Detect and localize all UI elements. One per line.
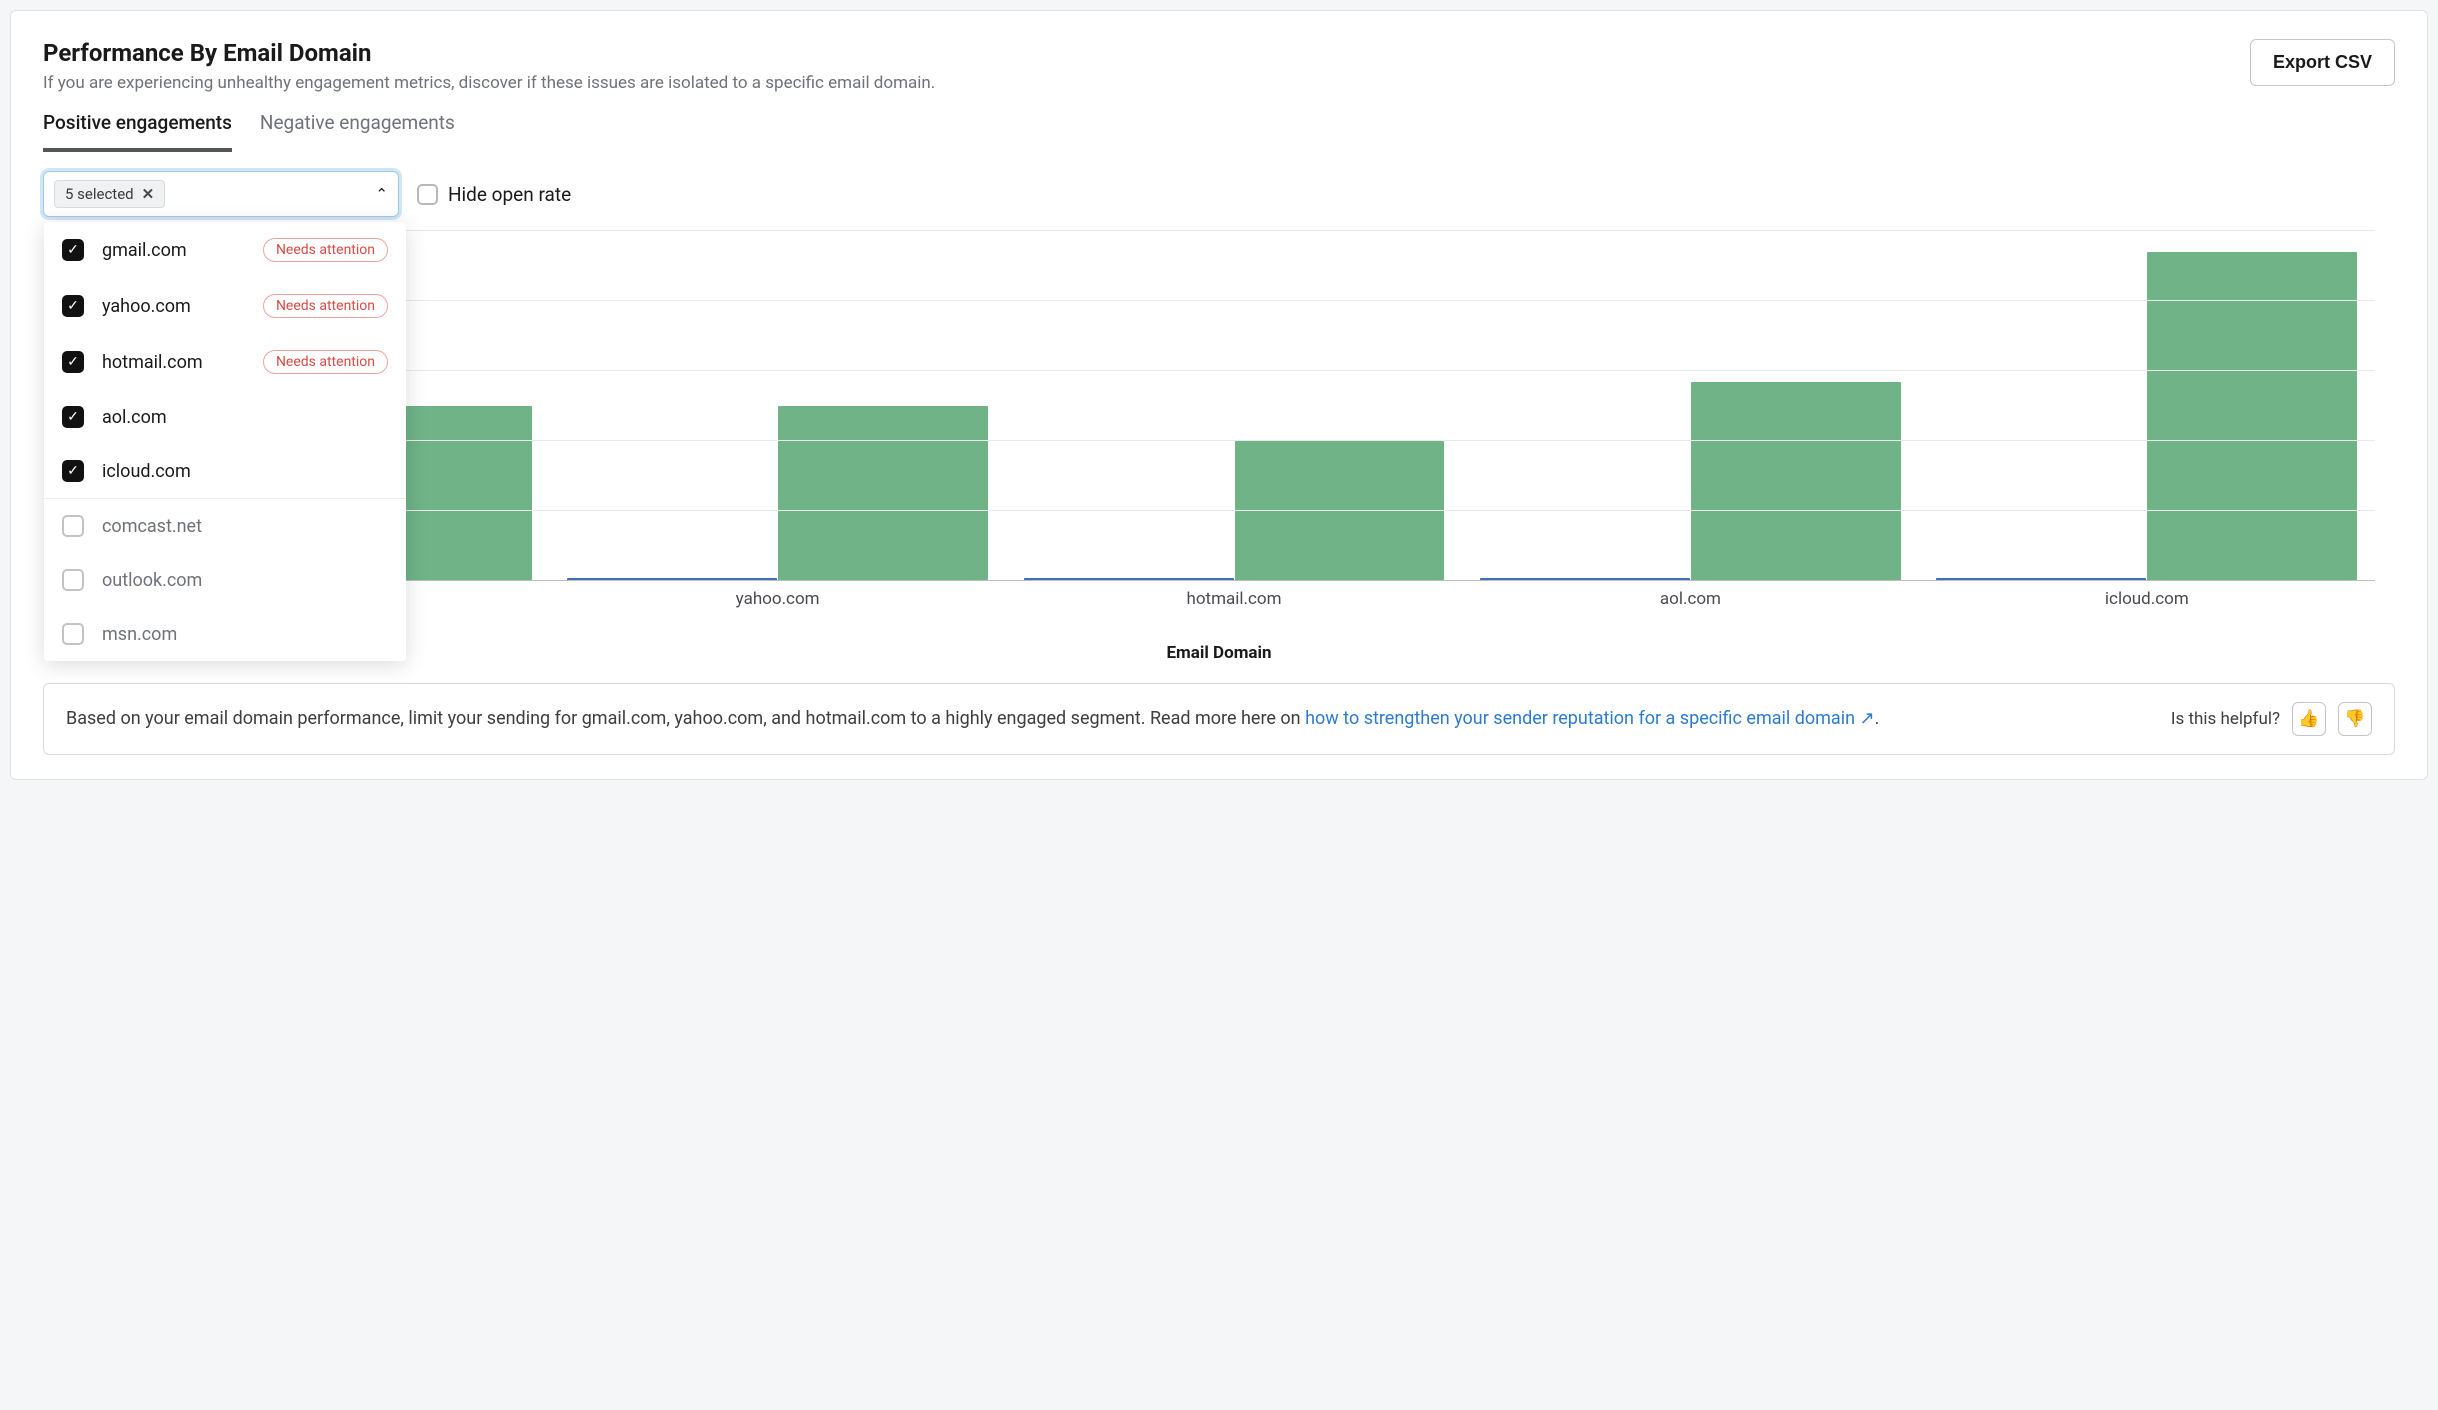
option-label: yahoo.com bbox=[102, 296, 191, 317]
option-label: gmail.com bbox=[102, 240, 187, 261]
domain-option[interactable]: ✓ hotmail.com Needs attention bbox=[44, 334, 406, 390]
checkbox-unchecked-icon[interactable] bbox=[62, 623, 84, 645]
chart-controls: 5 selected ✕ ⌃ Hide open rate bbox=[43, 171, 2395, 217]
option-left: ✓ aol.com bbox=[62, 406, 167, 428]
domain-option[interactable]: ✓ aol.com bbox=[44, 390, 406, 444]
thumbs-down-icon: 👎 bbox=[2344, 709, 2365, 729]
checkbox-checked-icon[interactable]: ✓ bbox=[62, 406, 84, 428]
bar-open-rate[interactable] bbox=[1691, 382, 1901, 582]
gridline bbox=[93, 440, 2375, 441]
gridline bbox=[93, 510, 2375, 511]
domain-option[interactable]: comcast.net bbox=[44, 498, 406, 553]
domain-option[interactable]: ✓ icloud.com bbox=[44, 444, 406, 498]
checkbox-unchecked-icon[interactable] bbox=[62, 515, 84, 537]
domain-option[interactable]: ✓ yahoo.com Needs attention bbox=[44, 278, 406, 334]
thumbs-down-button[interactable]: 👎 bbox=[2338, 702, 2372, 736]
domain-option[interactable]: outlook.com bbox=[44, 553, 406, 607]
category-label: aol.com bbox=[1462, 589, 1918, 609]
tab-negative-engagements[interactable]: Negative engagements bbox=[260, 111, 455, 152]
checkbox-unchecked-icon[interactable] bbox=[62, 569, 84, 591]
bar-group: aol.com bbox=[1462, 231, 1918, 581]
engagement-tabs: Positive engagements Negative engagement… bbox=[43, 111, 2395, 153]
selection-chip-label: 5 selected bbox=[65, 185, 134, 203]
insight-suffix: . bbox=[1875, 708, 1880, 729]
option-label: icloud.com bbox=[102, 461, 191, 482]
insight-prefix: Based on your email domain performance, … bbox=[66, 708, 1305, 729]
gridline bbox=[93, 370, 2375, 371]
domain-option[interactable]: msn.com bbox=[44, 607, 406, 661]
hide-open-rate-toggle[interactable]: Hide open rate bbox=[417, 183, 571, 206]
performance-card: Performance By Email Domain If you are e… bbox=[10, 10, 2428, 780]
needs-attention-badge: Needs attention bbox=[263, 238, 388, 262]
checkbox-checked-icon[interactable]: ✓ bbox=[62, 295, 84, 317]
tab-positive-engagements[interactable]: Positive engagements bbox=[43, 111, 232, 152]
needs-attention-badge: Needs attention bbox=[263, 350, 388, 374]
feedback-controls: Is this helpful? 👍 👎 bbox=[2171, 702, 2372, 736]
external-link-icon: ↗ bbox=[1860, 708, 1875, 729]
bar-group: icloud.com bbox=[1919, 231, 2375, 581]
needs-attention-badge: Needs attention bbox=[263, 294, 388, 318]
domain-dropdown[interactable]: ✓ gmail.com Needs attention ✓ yahoo.com Needs… bbox=[44, 222, 406, 661]
category-label: hotmail.com bbox=[1006, 589, 1462, 609]
gridline bbox=[93, 300, 2375, 301]
insight-callout: Based on your email domain performance, … bbox=[43, 683, 2395, 755]
chart-plot: gmail.comyahoo.comhotmail.comaol.comiclo… bbox=[93, 231, 2375, 581]
chart-bars: gmail.comyahoo.comhotmail.comaol.comiclo… bbox=[93, 231, 2375, 581]
domain-multiselect[interactable]: 5 selected ✕ ⌃ bbox=[43, 171, 399, 217]
checkbox-icon bbox=[417, 184, 438, 205]
chevron-up-icon: ⌃ bbox=[375, 185, 388, 203]
thumbs-up-icon: 👍 bbox=[2298, 709, 2319, 729]
insight-text: Based on your email domain performance, … bbox=[66, 705, 2141, 733]
checkbox-checked-icon[interactable]: ✓ bbox=[62, 239, 84, 261]
option-left: ✓ icloud.com bbox=[62, 460, 191, 482]
axis-baseline bbox=[93, 580, 2375, 581]
bar-group: hotmail.com bbox=[1006, 231, 1462, 581]
category-label: icloud.com bbox=[1919, 589, 2375, 609]
feedback-prompt: Is this helpful? bbox=[2171, 709, 2280, 729]
checkbox-checked-icon[interactable]: ✓ bbox=[62, 351, 84, 373]
bar-open-rate[interactable] bbox=[1235, 441, 1445, 581]
export-csv-button[interactable]: Export CSV bbox=[2250, 39, 2395, 86]
checkbox-checked-icon[interactable]: ✓ bbox=[62, 460, 84, 482]
option-left: ✓ gmail.com bbox=[62, 239, 187, 261]
option-left: msn.com bbox=[62, 623, 177, 645]
gridline bbox=[93, 230, 2375, 231]
option-left: outlook.com bbox=[62, 569, 202, 591]
selection-chip[interactable]: 5 selected ✕ bbox=[54, 180, 165, 208]
domain-option[interactable]: ✓ gmail.com Needs attention bbox=[44, 222, 406, 278]
card-header: Performance By Email Domain If you are e… bbox=[43, 39, 2395, 111]
hide-open-rate-label: Hide open rate bbox=[448, 183, 571, 206]
bar-open-rate[interactable] bbox=[2147, 252, 2357, 581]
option-label: comcast.net bbox=[102, 516, 202, 537]
bar-open-rate[interactable] bbox=[778, 406, 988, 581]
insight-link[interactable]: how to strengthen your sender reputation… bbox=[1305, 708, 1875, 729]
header-text-block: Performance By Email Domain If you are e… bbox=[43, 39, 935, 111]
thumbs-up-button[interactable]: 👍 bbox=[2292, 702, 2326, 736]
option-label: aol.com bbox=[102, 407, 167, 428]
option-label: outlook.com bbox=[102, 570, 202, 591]
bar-group: yahoo.com bbox=[549, 231, 1005, 581]
option-left: comcast.net bbox=[62, 515, 202, 537]
option-label: hotmail.com bbox=[102, 352, 203, 373]
card-title: Performance By Email Domain bbox=[43, 39, 935, 67]
card-subtitle: If you are experiencing unhealthy engage… bbox=[43, 73, 935, 93]
category-label: yahoo.com bbox=[549, 589, 1005, 609]
clear-selection-icon[interactable]: ✕ bbox=[142, 185, 155, 203]
option-left: ✓ yahoo.com bbox=[62, 295, 191, 317]
option-label: msn.com bbox=[102, 624, 177, 645]
option-left: ✓ hotmail.com bbox=[62, 351, 203, 373]
